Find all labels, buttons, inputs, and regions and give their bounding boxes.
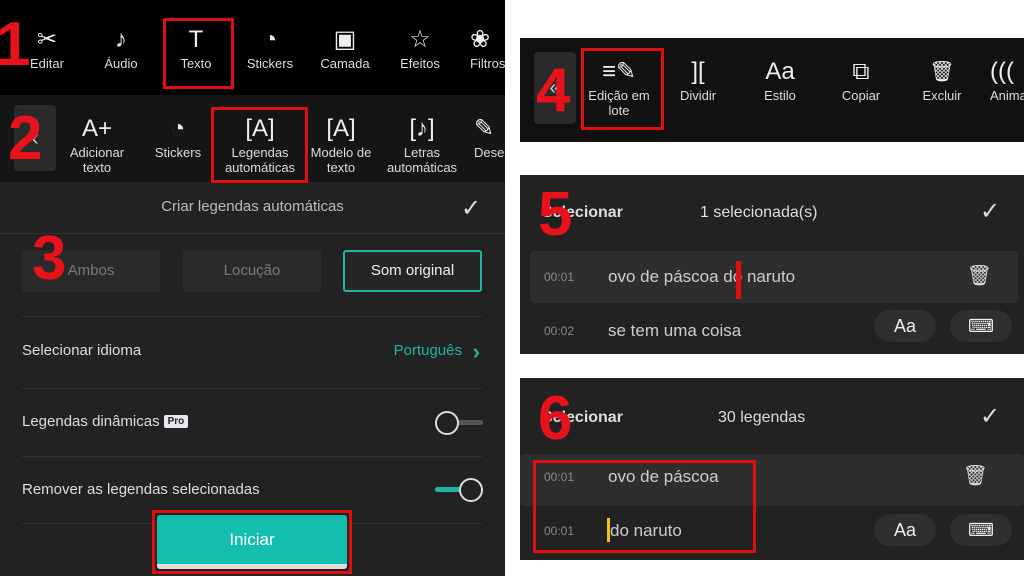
- tool-label: Áudio: [104, 56, 138, 71]
- style-button[interactable]: Aa: [874, 514, 936, 546]
- tool-label: Camada: [320, 56, 370, 71]
- selection-count: 1 selecionada(s): [700, 204, 818, 221]
- source-som-original[interactable]: Som original: [343, 250, 482, 292]
- subtitle-text[interactable]: ovo de páscoa do naruto: [608, 267, 795, 287]
- sticker-icon: ◔: [262, 26, 278, 53]
- tool-modelo-de-texto[interactable]: [A] Modelo de texto: [310, 115, 372, 175]
- tool-camada[interactable]: ▣ Camada: [315, 26, 375, 71]
- subtitle-row[interactable]: 00:02 se tem uma coisa: [530, 305, 1018, 357]
- confirm-check-icon[interactable]: ✓: [461, 194, 481, 223]
- star-icon: ☆: [409, 26, 431, 53]
- main-toolbar: ✂ Editar ♪ Áudio T Texto ◔ Stickers ▣ Camada …: [0, 0, 505, 95]
- tool-label: Dividir: [679, 88, 717, 103]
- source-locucao[interactable]: Locução: [183, 250, 321, 292]
- style-button[interactable]: Aa: [874, 310, 936, 342]
- auto-lyrics-icon: [♪]: [409, 115, 435, 142]
- dynamic-captions-toggle[interactable]: [435, 411, 483, 435]
- step-number: 3: [32, 224, 67, 293]
- draw-icon: ✎: [474, 115, 495, 142]
- tool-label: Animação: [990, 88, 1024, 103]
- highlight-texto: [163, 18, 234, 89]
- confirm-check-icon[interactable]: ✓: [980, 402, 1000, 431]
- sticker-icon: ◔: [170, 115, 186, 142]
- split-icon: ][: [691, 58, 705, 85]
- highlight-legendas: [211, 107, 308, 183]
- remove-selected-row: Remover as legendas selecionadas: [22, 481, 482, 498]
- subtitle-text[interactable]: se tem uma coisa: [608, 321, 741, 341]
- step-number: 4: [536, 56, 571, 125]
- tool-audio[interactable]: ♪ Áudio: [96, 26, 146, 71]
- tool-label: Efeitos: [400, 56, 440, 71]
- tool-excluir[interactable]: 🗑 Excluir: [912, 58, 972, 103]
- language-value: Português: [393, 342, 462, 359]
- divider: [22, 456, 482, 457]
- keyboard-button[interactable]: ⌨: [950, 514, 1012, 546]
- tool-label: Copiar: [841, 88, 881, 103]
- subtitle-time: 00:01: [544, 270, 575, 284]
- tool-adicionar-texto[interactable]: A+ Adicionar texto: [62, 115, 132, 175]
- trash-icon: 🗑: [929, 61, 955, 83]
- auto-captions-screen: ✂ Editar ♪ Áudio T Texto ◔ Stickers ▣ Camada …: [0, 0, 505, 576]
- tool-label: Editar: [30, 56, 64, 71]
- tool-copiar[interactable]: ⧉ Copiar: [831, 58, 891, 103]
- divider: [22, 316, 482, 317]
- tool-label: Modelo de texto: [310, 145, 372, 175]
- keyboard-button[interactable]: ⌨: [950, 310, 1012, 342]
- subtitle-row[interactable]: 00:01 ovo de páscoa do naruto 🗑: [530, 251, 1018, 303]
- step-number: 1: [0, 10, 31, 79]
- tool-label: Adicionar texto: [69, 145, 125, 175]
- remove-selected-toggle[interactable]: [435, 478, 483, 502]
- tool-letras-automaticas[interactable]: [♪] Letras automáticas: [380, 115, 464, 175]
- tool-desenhar[interactable]: ✎ Desenhar: [474, 115, 505, 160]
- chevron-right-icon: ›: [472, 339, 480, 364]
- tool-filtros[interactable]: ❀ Filtros: [470, 26, 505, 71]
- split-cursor: [736, 261, 741, 299]
- trash-icon[interactable]: 🗑: [967, 263, 992, 288]
- tool-label: Stickers: [246, 56, 294, 71]
- highlight-split-rows: [533, 460, 756, 553]
- tool-label: Excluir: [922, 88, 962, 103]
- text-template-icon: [A]: [326, 115, 356, 142]
- tool-dividir[interactable]: ][ Dividir: [668, 58, 728, 103]
- copy-icon: ⧉: [852, 58, 870, 85]
- tool-animacao[interactable]: ((( Animação: [990, 58, 1024, 103]
- animation-icon: (((: [990, 58, 1014, 85]
- dynamic-captions-label: Legendas dinâmicas: [22, 413, 160, 430]
- step-number: 6: [538, 384, 573, 453]
- tool-label: Desenhar: [474, 145, 505, 160]
- tool-label: Stickers: [154, 145, 202, 160]
- tool-stickers[interactable]: ◔ Stickers: [148, 115, 208, 160]
- layer-icon: ▣: [333, 26, 357, 53]
- tool-label: Filtros: [470, 56, 505, 71]
- subtitle-time: 00:02: [544, 324, 575, 338]
- tool-stickers[interactable]: ◔ Stickers: [240, 26, 300, 71]
- panel-title: Criar legendas automáticas: [0, 182, 505, 234]
- pro-badge: Pro: [163, 415, 189, 428]
- tool-label: Letras automáticas: [386, 145, 458, 175]
- add-text-icon: A+: [81, 115, 113, 142]
- tool-efeitos[interactable]: ☆ Efeitos: [390, 26, 450, 71]
- step-number: 2: [8, 104, 43, 173]
- divider: [22, 388, 482, 389]
- filter-icon: ❀: [470, 26, 491, 53]
- language-row[interactable]: Selecionar idioma Português ›: [22, 339, 482, 364]
- highlight-start: [152, 510, 352, 574]
- remove-selected-label: Remover as legendas selecionadas: [22, 481, 260, 498]
- highlight-batch-edit: [581, 48, 664, 130]
- music-note-icon: ♪: [115, 26, 127, 53]
- language-label: Selecionar idioma: [22, 342, 142, 359]
- trash-icon[interactable]: 🗑: [963, 463, 988, 488]
- tool-estilo[interactable]: Aa Estilo: [750, 58, 810, 103]
- step-number: 5: [538, 180, 573, 249]
- style-icon: Aa: [765, 58, 795, 85]
- dynamic-captions-row: Legendas dinâmicas Pro: [22, 413, 482, 430]
- confirm-check-icon[interactable]: ✓: [980, 197, 1000, 226]
- tool-label: Estilo: [764, 88, 796, 103]
- batch-edit-panel: Selecionar 1 selecionada(s) ✓ 00:01 ovo …: [520, 175, 1024, 354]
- captions-count: 30 legendas: [718, 409, 806, 426]
